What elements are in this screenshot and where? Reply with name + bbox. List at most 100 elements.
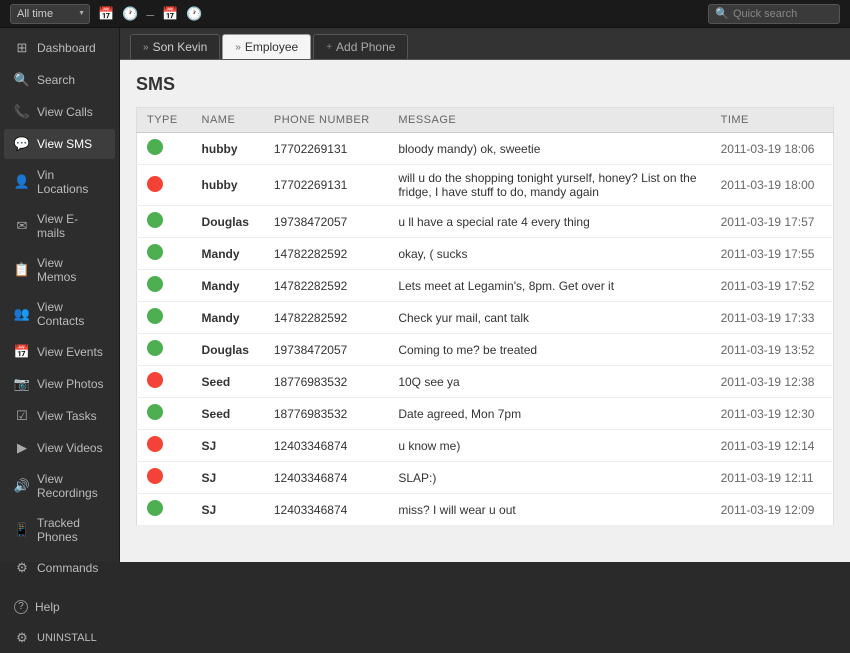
videos-icon: ▶ [14, 440, 30, 456]
incoming-icon [147, 404, 163, 420]
cell-type [137, 366, 192, 398]
sidebar-item-label: View Photos [37, 377, 104, 391]
tab-label: Add Phone [336, 40, 395, 54]
cell-name: SJ [192, 494, 264, 526]
col-phone: PHONE NUMBER [264, 108, 388, 133]
sidebar-item-view-locations[interactable]: 👤 Vin Locations [4, 161, 115, 203]
search-icon: 🔍 [715, 7, 729, 20]
cell-phone: 18776983532 [264, 398, 388, 430]
cell-message: miss? I will wear u out [388, 494, 710, 526]
sidebar-item-view-contacts[interactable]: 👥 View Contacts [4, 293, 115, 335]
sidebar-item-tracked-phones[interactable]: 📱 Tracked Phones [4, 509, 115, 551]
sidebar-item-label: Tracked Phones [37, 516, 105, 544]
calendar-icon-1[interactable]: 📅 [98, 6, 114, 22]
sidebar-item-label: View Contacts [37, 300, 105, 328]
sidebar-item-view-recordings[interactable]: 🔊 View Recordings [4, 465, 115, 507]
events-icon: 📅 [14, 344, 30, 360]
time-filter[interactable]: All time [10, 4, 90, 24]
cell-type [137, 462, 192, 494]
table-row: SJ12403346874miss? I will wear u out2011… [137, 494, 834, 526]
cell-time: 2011-03-19 17:55 [711, 238, 834, 270]
cell-phone: 18776983532 [264, 366, 388, 398]
sidebar-item-label: Commands [37, 561, 98, 575]
cell-name: Douglas [192, 206, 264, 238]
sidebar-item-help[interactable]: ? Help [4, 593, 115, 621]
location-icon: 👤 [14, 174, 30, 190]
cell-phone: 12403346874 [264, 430, 388, 462]
sidebar-item-label: View Tasks [37, 409, 97, 423]
cell-type [137, 270, 192, 302]
commands-icon: ⚙ [14, 560, 30, 576]
cell-time: 2011-03-19 18:06 [711, 133, 834, 165]
cell-phone: 12403346874 [264, 494, 388, 526]
outgoing-icon [147, 468, 163, 484]
cell-name: hubby [192, 165, 264, 206]
app-layout: ⊞ Dashboard 🔍 Search 📞 View Calls 💬 View… [0, 28, 850, 562]
sidebar-item-label: UNINSTALL [37, 632, 97, 644]
col-type: TYPE [137, 108, 192, 133]
cell-time: 2011-03-19 13:52 [711, 334, 834, 366]
cell-time: 2011-03-19 12:11 [711, 462, 834, 494]
sidebar-item-label: Dashboard [37, 41, 96, 55]
recordings-icon: 🔊 [14, 478, 30, 494]
sidebar-item-view-tasks[interactable]: ☑ View Tasks [4, 401, 115, 431]
sidebar-item-view-sms[interactable]: 💬 View SMS [4, 129, 115, 159]
sidebar-item-label: View SMS [37, 137, 92, 151]
dashboard-icon: ⊞ [14, 40, 30, 56]
sidebar-item-view-photos[interactable]: 📷 View Photos [4, 369, 115, 399]
email-icon: ✉ [14, 218, 30, 234]
table-row: Douglas19738472057Coming to me? be treat… [137, 334, 834, 366]
sidebar-item-label: View Videos [37, 441, 103, 455]
main-content: » Son Kevin » Employee + Add Phone SMS T… [120, 28, 850, 562]
sidebar-item-view-videos[interactable]: ▶ View Videos [4, 433, 115, 463]
table-row: SJ12403346874u know me)2011-03-19 12:14 [137, 430, 834, 462]
cell-type [137, 334, 192, 366]
sidebar-item-label: View E-mails [37, 212, 105, 240]
table-row: Mandy14782282592okay, ( sucks2011-03-19 … [137, 238, 834, 270]
outgoing-icon [147, 372, 163, 388]
cell-type [137, 206, 192, 238]
cell-name: Seed [192, 398, 264, 430]
incoming-icon [147, 500, 163, 516]
calendar-icon-2[interactable]: 📅 [162, 6, 178, 22]
outgoing-icon [147, 436, 163, 452]
tab-prefix: » [235, 42, 241, 53]
search-box[interactable]: 🔍 [708, 4, 840, 24]
sidebar-item-view-memos[interactable]: 📋 View Memos [4, 249, 115, 291]
contacts-icon: 👥 [14, 306, 30, 322]
cell-message: 10Q see ya [388, 366, 710, 398]
cell-message: Coming to me? be treated [388, 334, 710, 366]
table-row: SJ12403346874SLAP:)2011-03-19 12:11 [137, 462, 834, 494]
table-row: hubby17702269131will u do the shopping t… [137, 165, 834, 206]
sidebar-item-commands[interactable]: ⚙ Commands [4, 553, 115, 583]
sms-table: TYPE NAME PHONE NUMBER MESSAGE TIME hubb… [136, 107, 834, 526]
cell-type [137, 133, 192, 165]
sidebar-item-search[interactable]: 🔍 Search [4, 65, 115, 95]
tab-prefix: » [143, 42, 149, 53]
cell-message: bloody mandy) ok, sweetie [388, 133, 710, 165]
tab-son-kevin[interactable]: » Son Kevin [130, 34, 220, 59]
col-name: NAME [192, 108, 264, 133]
col-time: TIME [711, 108, 834, 133]
sidebar-item-view-calls[interactable]: 📞 View Calls [4, 97, 115, 127]
sidebar-item-dashboard[interactable]: ⊞ Dashboard [4, 33, 115, 63]
cell-message: Lets meet at Legamin's, 8pm. Get over it [388, 270, 710, 302]
sidebar-item-label: View Memos [37, 256, 105, 284]
cell-name: Mandy [192, 270, 264, 302]
clock-icon-1[interactable]: 🕐 [122, 6, 138, 22]
table-row: Douglas19738472057u ll have a special ra… [137, 206, 834, 238]
sidebar-item-view-events[interactable]: 📅 View Events [4, 337, 115, 367]
incoming-icon [147, 212, 163, 228]
cell-message: u know me) [388, 430, 710, 462]
sidebar-item-view-emails[interactable]: ✉ View E-mails [4, 205, 115, 247]
tab-add-phone[interactable]: + Add Phone [313, 34, 408, 59]
cell-time: 2011-03-19 18:00 [711, 165, 834, 206]
cell-message: Date agreed, Mon 7pm [388, 398, 710, 430]
search-input[interactable] [733, 8, 833, 20]
cell-name: SJ [192, 462, 264, 494]
sidebar-item-uninstall[interactable]: ⚙ UNINSTALL [4, 623, 115, 653]
sidebar-item-label: Search [37, 73, 75, 87]
tab-employee[interactable]: » Employee [222, 34, 311, 59]
clock-icon-2[interactable]: 🕐 [186, 6, 202, 22]
cell-type [137, 430, 192, 462]
